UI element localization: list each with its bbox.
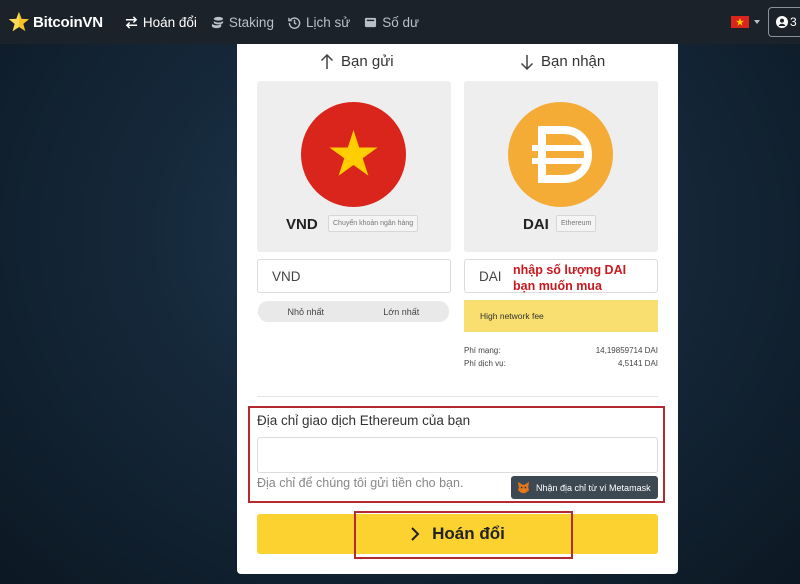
max-amount-button[interactable]: Lớn nhất [354,307,450,317]
vietnam-flag-icon[interactable] [731,16,749,28]
nav-item-label: Số dư [382,14,420,30]
nav-item-balance[interactable]: Số dư [364,15,419,30]
network-fee-row: Phí mạng: 14,19859714 DAI [464,346,658,355]
send-currency-box[interactable]: VND Chuyển khoản ngân hàng [257,81,451,252]
receive-amount-placeholder: DAI [479,268,502,284]
account-button[interactable]: 3 [768,7,800,37]
dai-logo-icon [508,102,613,207]
nav-item-swap[interactable]: Hoán đổi [125,15,197,30]
vietnam-star-icon [329,130,378,176]
vnd-flag-icon [301,102,406,207]
nav-item-label: Lịch sử [305,14,351,30]
divider [257,396,658,397]
nav-item-label: Hoán đổi [142,14,197,30]
send-amount-placeholder: VND [272,268,301,284]
nav-item-label: Staking [228,14,274,30]
address-highlight-box [248,406,665,503]
submit-highlight-box [354,511,573,559]
history-icon [288,16,301,29]
service-fee-label: Phí dịch vụ: [464,359,506,368]
annotation-line-1: nhập số lượng DAI [513,263,627,277]
user-icon [776,16,788,28]
swap-icon [125,15,138,29]
coins-icon [211,16,223,28]
dai-amount-annotation: nhập số lượng DAI bạn muốn mua [513,262,626,294]
send-amount-input[interactable]: VND [257,259,451,293]
network-fee-label: Phí mạng: [464,346,501,355]
network-badge: Ethereum [556,215,597,232]
service-fee-row: Phí dịch vụ: 4,5141 DAI [464,359,658,368]
min-amount-button[interactable]: Nhỏ nhất [258,307,354,317]
receive-currency-code: DAI [523,216,549,233]
nav-item-staking[interactable]: Staking [211,15,274,30]
dai-symbol-icon [532,126,593,183]
language-caret-icon[interactable] [754,20,760,24]
flag-star-icon [736,18,744,26]
network-fee-warning: High network fee [464,300,658,332]
service-fee-value: 4,5141 DAI [617,359,658,368]
annotation-line-2: bạn muốn mua [513,279,602,293]
nav-item-history[interactable]: Lịch sử [288,15,350,30]
brand-name: BitcoinVN [33,13,103,31]
receive-title-label: Bạn nhận [541,53,606,70]
send-title-label: Bạn gửi [341,53,394,70]
brand-logo[interactable]: BitcoinVN [8,0,103,44]
payment-method-badge: Chuyển khoản ngân hàng [328,215,419,232]
receive-currency-box[interactable]: DAI Ethereum [464,81,658,252]
send-title: Bạn gửi [320,53,394,70]
account-label: 3 [790,15,797,29]
top-navbar: BitcoinVN Hoán đổi Staking Lịch sử Số dư [0,0,800,44]
wallet-icon [365,17,377,27]
star-logo-icon [8,11,30,32]
min-max-toggle: Nhỏ nhất Lớn nhất [258,301,449,322]
arrow-down-icon [520,54,534,70]
network-fee-value: 14,19859714 DAI [595,346,658,355]
nav-right: 3 [731,0,800,44]
send-currency-code: VND [286,216,318,233]
arrow-up-icon [320,53,334,69]
receive-title: Bạn nhận [520,53,605,70]
